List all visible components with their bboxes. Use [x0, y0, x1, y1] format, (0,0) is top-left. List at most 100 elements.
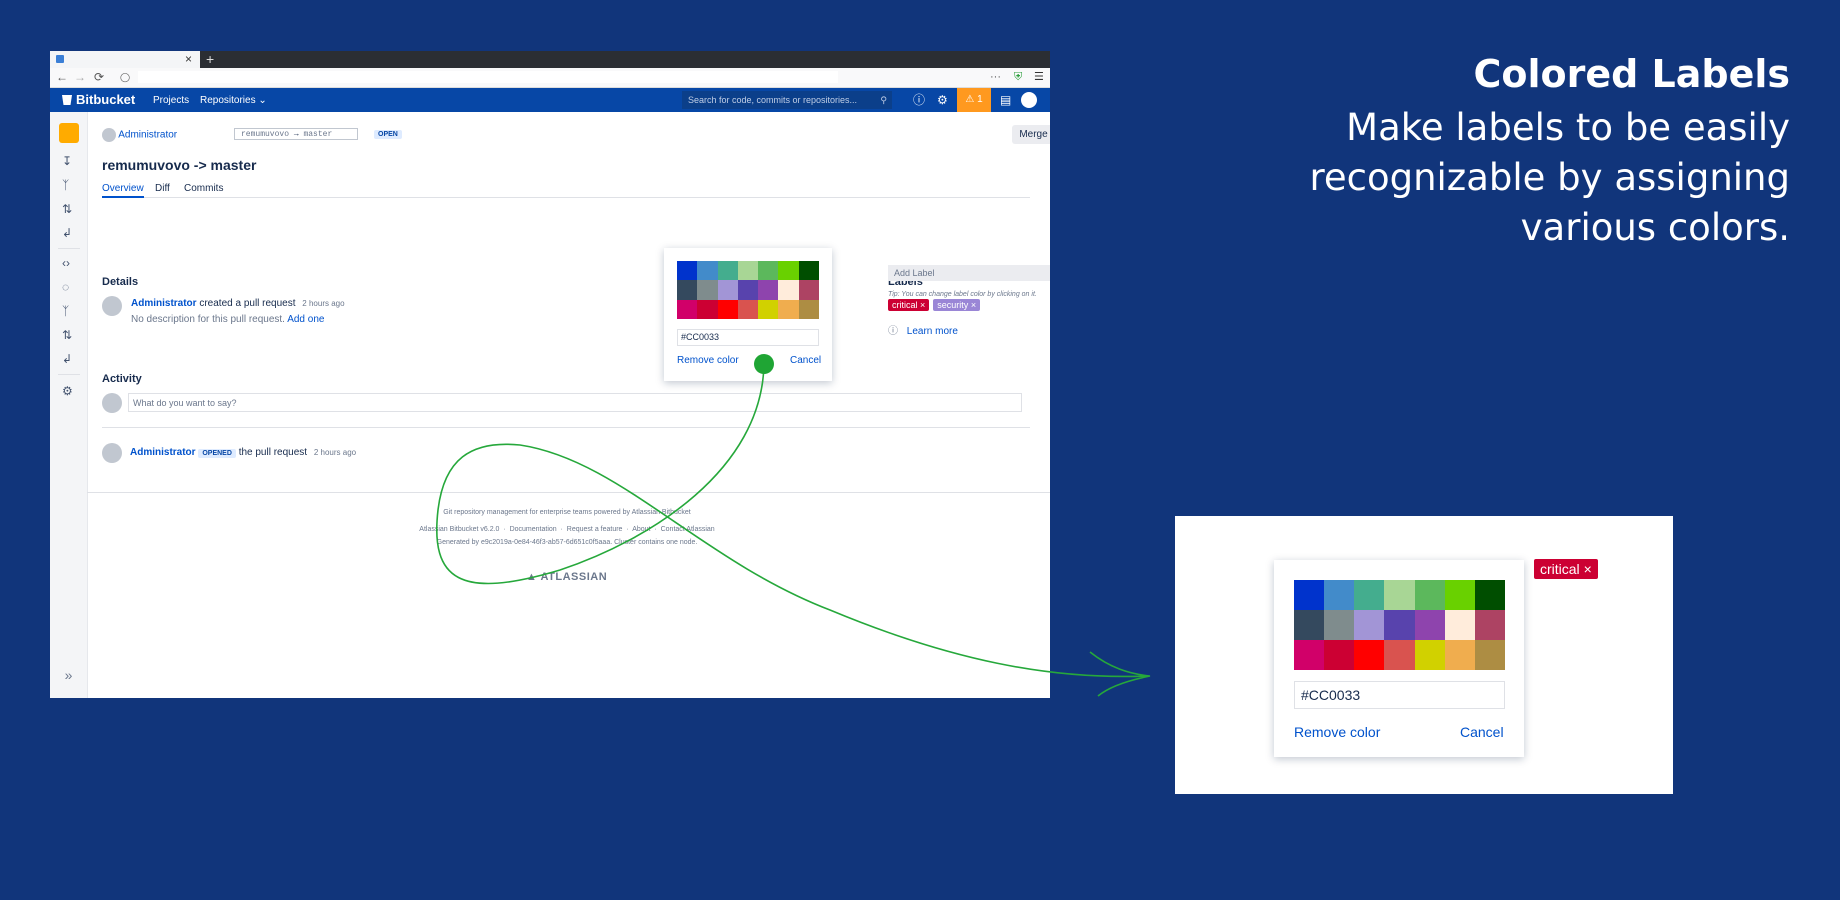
color-swatch[interactable] [778, 261, 799, 281]
page-actions-icon[interactable]: ··· [990, 69, 1001, 86]
add-label-select[interactable]: Add Label ▾ [888, 265, 1050, 281]
new-tab-icon[interactable]: + [206, 51, 214, 68]
color-swatch[interactable] [1354, 580, 1385, 610]
warning-badge[interactable]: ⚠ 1 [957, 88, 991, 112]
search-input[interactable]: Search for code, commits or repositories… [682, 91, 892, 109]
color-swatch[interactable] [677, 261, 698, 281]
color-swatch[interactable] [778, 299, 799, 319]
color-swatch[interactable] [1324, 640, 1355, 670]
close-tab-icon[interactable]: × [185, 51, 192, 68]
fork-icon[interactable]: ↲ [62, 226, 72, 240]
color-swatch[interactable] [1444, 640, 1475, 670]
bitbucket-logo[interactable]: Bitbucket [62, 92, 135, 107]
color-swatch[interactable] [1294, 610, 1325, 640]
remove-label-icon[interactable]: × [1584, 561, 1592, 577]
color-swatch[interactable] [1444, 580, 1475, 610]
zoomed-remove-color-link[interactable]: Remove color [1294, 724, 1380, 740]
hex-color-input[interactable]: #CC0033 [677, 329, 819, 346]
clone-icon[interactable]: ↧ [62, 154, 72, 168]
browser-tab[interactable]: × [50, 51, 200, 68]
back-icon[interactable]: ← [56, 69, 68, 86]
color-swatch[interactable] [1414, 580, 1445, 610]
color-swatch[interactable] [717, 299, 738, 319]
inbox-icon[interactable]: ▤ [1000, 92, 1011, 108]
label-critical[interactable]: critical × [888, 299, 930, 311]
tab-diff[interactable]: Diff [155, 183, 170, 194]
footer-about-link[interactable]: About [632, 526, 650, 533]
reload-icon[interactable]: ⟳ [94, 69, 104, 86]
zoomed-cancel-link[interactable]: Cancel [1460, 724, 1504, 740]
color-swatch[interactable] [677, 299, 698, 319]
color-swatch[interactable] [1384, 580, 1415, 610]
color-swatch[interactable] [697, 280, 718, 300]
add-description-link[interactable]: Add one [287, 314, 324, 325]
color-swatch[interactable] [778, 280, 799, 300]
expand-sidebar-icon[interactable]: » [50, 667, 87, 683]
remove-label-icon[interactable]: × [971, 300, 976, 310]
pull-requests-icon[interactable]: ⇅ [62, 328, 72, 342]
nav-repositories[interactable]: Repositories ⌄ [200, 95, 267, 106]
color-swatch[interactable] [697, 261, 718, 281]
color-swatch[interactable] [717, 261, 738, 281]
footer-request-feature-link[interactable]: Request a feature [567, 526, 623, 533]
color-swatch[interactable] [798, 261, 819, 281]
color-swatch[interactable] [1414, 640, 1445, 670]
comment-input[interactable]: What do you want to say? [128, 393, 1022, 412]
url-input[interactable] [138, 71, 838, 83]
color-swatch[interactable] [1474, 640, 1505, 670]
color-swatch[interactable] [1384, 640, 1415, 670]
opener-link[interactable]: Administrator [130, 447, 196, 458]
zoomed-label-critical[interactable]: critical × [1534, 559, 1598, 579]
create-pr-icon[interactable]: ⇅ [62, 202, 72, 216]
color-swatch[interactable] [758, 280, 779, 300]
forks-icon[interactable]: ↲ [62, 352, 72, 366]
help-icon[interactable]: ⓘ [913, 92, 925, 108]
color-swatch[interactable] [758, 299, 779, 319]
commits-icon[interactable]: ◌ [62, 280, 69, 294]
creator-link[interactable]: Administrator [131, 298, 197, 309]
source-icon[interactable]: ‹› [62, 256, 70, 270]
color-swatch[interactable] [758, 261, 779, 281]
footer-documentation-link[interactable]: Documentation [510, 526, 557, 533]
color-swatch[interactable] [1414, 610, 1445, 640]
zoomed-hex-color-input[interactable]: #CC0033 [1294, 681, 1505, 709]
color-swatch[interactable] [737, 299, 759, 319]
color-swatch[interactable] [737, 280, 759, 300]
color-swatch[interactable] [1384, 610, 1415, 640]
merge-button[interactable]: Merge [1012, 125, 1050, 144]
color-swatch[interactable] [1294, 580, 1325, 610]
tab-overview[interactable]: Overview [102, 183, 144, 198]
settings-icon[interactable]: ⚙ [62, 384, 73, 398]
color-swatch[interactable] [1324, 610, 1355, 640]
branches-icon[interactable]: ᛉ [62, 304, 69, 318]
color-swatch[interactable] [798, 299, 819, 319]
user-avatar[interactable] [1021, 92, 1037, 108]
browser-menu-icon[interactable]: ☰ [1034, 69, 1044, 86]
tab-commits[interactable]: Commits [184, 183, 223, 194]
gear-icon[interactable]: ⚙ [937, 92, 948, 108]
color-swatch[interactable] [1354, 610, 1385, 640]
color-swatch[interactable] [1474, 610, 1505, 640]
color-swatch[interactable] [717, 280, 738, 300]
remove-color-link[interactable]: Remove color [677, 355, 739, 366]
author-link[interactable]: Administrator [118, 130, 177, 141]
extension-shield-icon[interactable]: ⛨ [1014, 69, 1022, 86]
color-swatch[interactable] [1474, 580, 1505, 610]
forward-icon[interactable]: → [74, 69, 86, 86]
color-swatch[interactable] [1444, 610, 1475, 640]
footer-contact-link[interactable]: Contact Atlassian [661, 526, 715, 533]
color-swatch[interactable] [737, 261, 759, 281]
color-swatch[interactable] [1354, 640, 1385, 670]
project-avatar[interactable] [59, 123, 79, 143]
learn-more-link[interactable]: Learn more [907, 326, 958, 337]
color-swatch[interactable] [1324, 580, 1355, 610]
color-swatch[interactable] [798, 280, 819, 300]
color-swatch[interactable] [697, 299, 718, 319]
cancel-link[interactable]: Cancel [790, 355, 821, 366]
label-security[interactable]: security × [933, 299, 981, 311]
nav-projects[interactable]: Projects [153, 95, 189, 106]
remove-label-icon[interactable]: × [920, 300, 925, 310]
create-branch-icon[interactable]: ᛉ [62, 178, 69, 192]
color-swatch[interactable] [1294, 640, 1325, 670]
color-swatch[interactable] [677, 280, 698, 300]
